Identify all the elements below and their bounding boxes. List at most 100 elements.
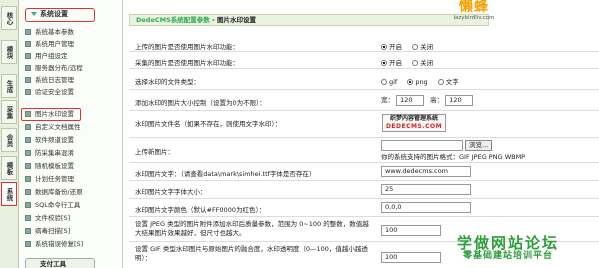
menu-item-basic-params[interactable]: 系统基本参数 (25, 27, 74, 38)
tab-system[interactable]: 系统 (1, 182, 17, 206)
menu-item-doc-attrs[interactable]: 自定义文档属性 (25, 122, 81, 133)
setting-row-upload-new: 上传新图片： 浏览... 你的系统支持的图片格式：GIF JPEG PNG WB… (129, 139, 599, 163)
setting-label: 添加水印的图片大小控制（设置为0为不限）： (135, 99, 266, 107)
sidebar-menu: 系统设置 系统基本参数 系统用户管理 用户组设定 服务器分布/远程 系统日志管理… (19, 0, 123, 268)
radio-empty-icon (412, 44, 419, 50)
menu-item-sql-tool[interactable]: SQL命令行工具 (25, 200, 80, 211)
file-path-input[interactable] (381, 140, 463, 151)
setting-row-size-limit: 添加水印的图片大小控制（设置为0为不限）： 宽： 120 高： 120 (129, 91, 599, 111)
menu-item-label: 自定义文档属性 (35, 123, 81, 131)
radio-selected-icon (381, 44, 387, 50)
radio-label: 开启 (389, 43, 402, 51)
menu-item-label: 用户组设定 (35, 52, 68, 60)
setting-label: 设置 GIF 类型水印图片与原始图片的融合度，水印透明度（0—100，值越小越透… (135, 245, 368, 262)
menu-item-software-channel[interactable]: 软件频道设置 (25, 135, 74, 146)
tab-generate[interactable]: 生成 (1, 74, 17, 98)
menu-item-label: SQL命令行工具 (35, 201, 81, 209)
main-content: DedeCMS系统配置参数 - 图片水印设置 懒蜂 lazybirdliv.co… (124, 0, 599, 268)
site-logo: 懒蜂 lazybirdliv.com (429, 0, 519, 24)
menu-section-system-settings[interactable]: 系统设置 (25, 8, 95, 22)
menu-bullet-icon (25, 65, 31, 71)
watermark-text-input[interactable]: www.dedecms.com (381, 166, 471, 177)
width-label: 宽： (381, 96, 394, 104)
watermark-line1: 学做网站论坛 (456, 234, 559, 252)
setting-row-collect-watermark: 采集的图片是否使用图片水印功能： 开启 关闭 (129, 53, 599, 69)
forum-watermark: 学做网站论坛 零基础建站培训平台 (428, 235, 588, 262)
radio-label: 关闭 (420, 43, 434, 51)
radio-off-option[interactable]: 关闭 (412, 43, 433, 51)
radio-text-option[interactable]: 文字 (437, 78, 459, 86)
menu-item-scheduled-tasks[interactable]: 计划任务管理 (25, 174, 74, 185)
radio-selected-icon (381, 60, 387, 66)
tab-collect[interactable]: 采集 (1, 100, 17, 124)
setting-label: 水印图片文件名（如果不存在，则使用文字水印）： (135, 120, 282, 128)
title-page: 图片水印设置 (217, 16, 257, 24)
menu-item-logs[interactable]: 系统日志管理 (25, 75, 74, 86)
menu-item-db-backup[interactable]: 数据库备份/还原 (25, 187, 83, 198)
menu-bullet-icon (25, 137, 31, 143)
radio-gif-option[interactable]: gif (381, 78, 397, 86)
menu-item-file-check[interactable]: 文件校验[S] (25, 213, 70, 224)
logo-url: lazybirdliv.com (453, 15, 495, 21)
menu-item-user-mgmt[interactable]: 系统用户管理 (25, 39, 74, 50)
menu-item-label: 图片水印设置 (35, 110, 74, 118)
menu-item-label: 系统错误修复[S] (35, 240, 84, 248)
tab-templates[interactable]: 模板 (1, 156, 17, 180)
setting-row-font-size: 水印图片文字字体大小： 25 (129, 182, 599, 199)
radio-label: gif (389, 78, 398, 86)
menu-item-label: 系统基本参数 (35, 28, 74, 36)
menu-section-payment[interactable]: 支付工具 (25, 258, 95, 268)
menu-item-error-repair[interactable]: 系统错误修复[S] (25, 239, 83, 250)
menu-item-security[interactable]: 验证安全设置 (25, 87, 74, 98)
tab-members[interactable]: 会员 (1, 128, 17, 152)
radio-label: png (415, 78, 428, 86)
menu-item-label: 防采集串混淆 (35, 149, 74, 157)
tab-core[interactable]: 核心 (1, 6, 17, 30)
height-input[interactable]: 120 (445, 94, 474, 106)
setting-row-upload-watermark: 上传的图片是否使用图片水印功能： 开启 关闭 (129, 38, 599, 52)
menu-section-title: 系统设置 (40, 10, 68, 18)
watermark-preview-line2: DEDECMS.COM (385, 123, 443, 130)
radio-on-option[interactable]: 开启 (381, 59, 402, 67)
menu-bullet-icon (25, 77, 31, 83)
setting-label: 上传的图片是否使用图片水印功能： (135, 43, 239, 51)
menu-bullet-icon (25, 228, 31, 234)
menu-item-server[interactable]: 服务器分布/远程 (25, 63, 83, 74)
menu-item-user-groups[interactable]: 用户组设定 (25, 51, 68, 62)
menu-bullet-icon (25, 124, 31, 130)
file-upload: 浏览... (381, 140, 493, 151)
radio-off-option[interactable]: 关闭 (412, 59, 433, 67)
setting-row-watermark-file: 水印图片文件名（如果不存在，则使用文字水印）： 织梦内容管理系统 DEDECMS… (129, 112, 599, 138)
chevron-down-icon (31, 12, 37, 16)
font-size-input[interactable]: 25 (381, 184, 471, 195)
menu-bullet-icon (25, 111, 31, 117)
watermark-preview-line1: 织梦内容管理系统 (389, 115, 438, 122)
menu-item-random-template[interactable]: 随机模板设置 (25, 161, 74, 172)
menu-item-label: 软件频道设置 (35, 136, 74, 144)
height-label: 高： (430, 96, 444, 104)
menu-item-label: 系统用户管理 (35, 40, 74, 48)
menu-item-anti-scrape[interactable]: 防采集串混淆 (25, 148, 74, 159)
width-input[interactable]: 120 (396, 94, 425, 106)
tab-modules[interactable]: 模块 (1, 40, 17, 64)
radio-label: 关闭 (420, 59, 434, 67)
menu-item-watermark[interactable]: 图片水印设置 (25, 109, 74, 120)
radio-on-option[interactable]: 开启 (381, 43, 402, 51)
menu-item-label: 系统日志管理 (35, 76, 74, 84)
logo-text: 懒蜂 (459, 0, 489, 15)
menu-bullet-icon (25, 29, 31, 35)
radio-label: 文字 (445, 78, 459, 86)
setting-label: 选择水印的文件类型： (135, 78, 200, 86)
menu-bullet-icon (25, 150, 31, 156)
setting-label: 水印图片文字字体大小： (135, 188, 207, 196)
size-inputs: 宽： 120 高： 120 (381, 94, 474, 106)
menu-item-virus-scan[interactable]: 病毒扫描[S] (25, 226, 70, 237)
text-color-input[interactable]: 0,0,0 (381, 202, 471, 213)
watermark-line2: 零基础建站培训平台 (462, 251, 553, 261)
radio-png-option[interactable]: png (407, 78, 428, 86)
browse-button[interactable]: 浏览... (465, 140, 493, 151)
radio-empty-icon (381, 79, 387, 85)
vertical-tab-strip: 核心 模块 生成 采集 会员 模板 系统 (0, 0, 19, 268)
radio-label: 开启 (389, 59, 402, 67)
menu-bullet-icon (25, 189, 31, 195)
